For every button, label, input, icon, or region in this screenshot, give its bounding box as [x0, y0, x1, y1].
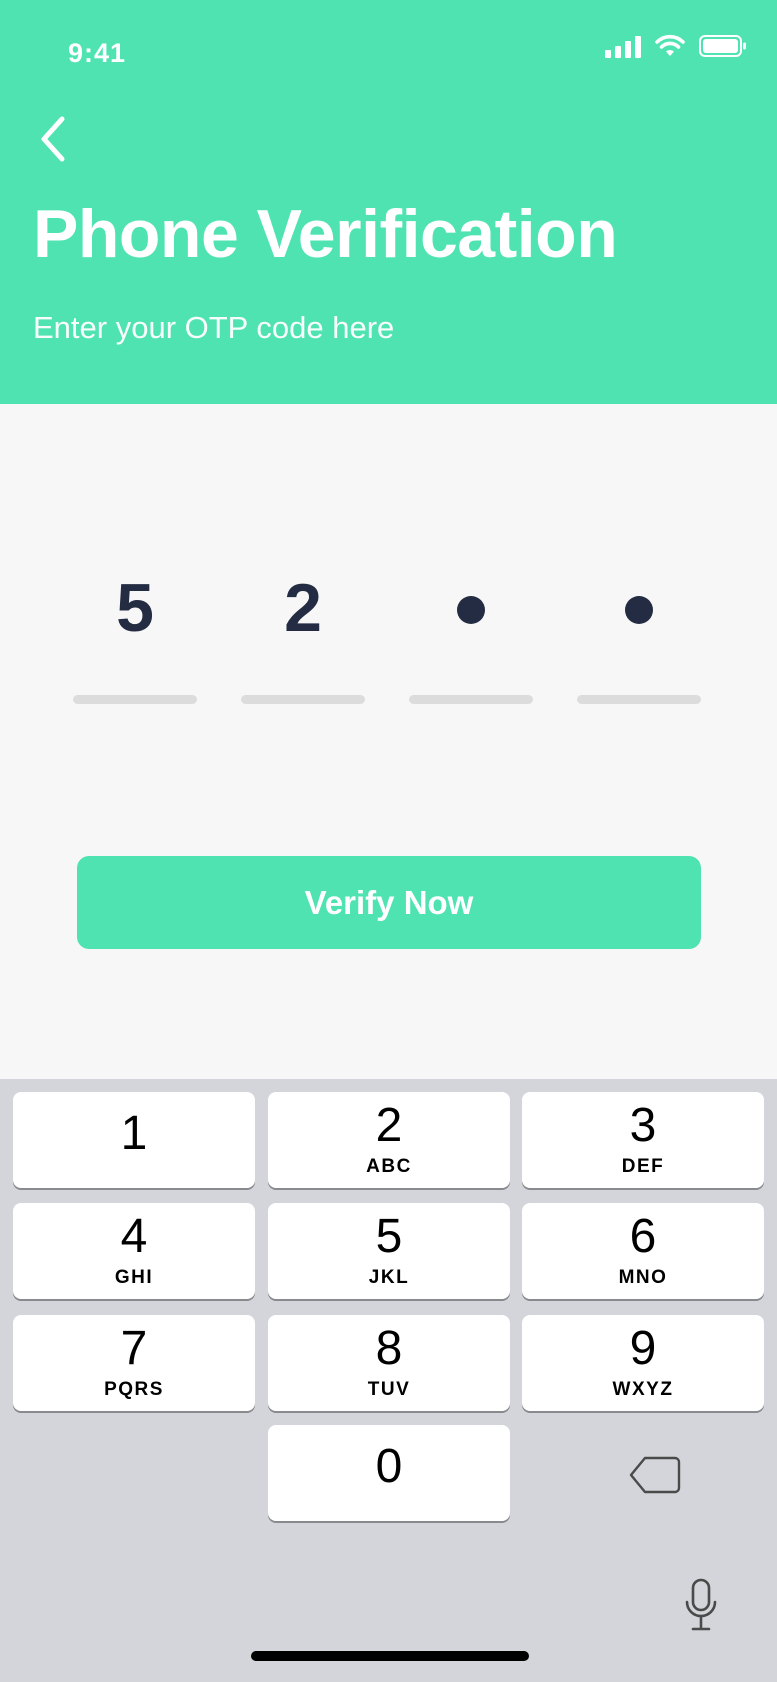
key-number: 7	[120, 1322, 148, 1375]
key-8[interactable]: 8 TUV	[268, 1315, 510, 1411]
key-number: 8	[375, 1322, 403, 1375]
dictation-key[interactable]	[678, 1575, 724, 1635]
key-number: 1	[120, 1107, 148, 1160]
status-time: 9:41	[68, 38, 127, 68]
page-subtitle: Enter your OTP code here	[33, 310, 395, 345]
key-9[interactable]: 9 WXYZ	[522, 1315, 764, 1411]
key-3[interactable]: 3 DEF	[522, 1092, 764, 1188]
delete-key[interactable]	[620, 1450, 690, 1500]
key-letters: MNO	[618, 1267, 668, 1288]
key-number: 4	[120, 1210, 148, 1263]
otp-digit: 2	[284, 570, 322, 646]
key-letters: ABC	[366, 1156, 412, 1177]
key-number: 6	[629, 1210, 657, 1263]
back-button[interactable]	[28, 112, 76, 166]
otp-slot-3[interactable]	[409, 560, 533, 710]
key-number: 2	[375, 1099, 403, 1152]
otp-slot-2[interactable]: 2	[241, 560, 365, 710]
microphone-icon	[685, 1578, 717, 1631]
key-6[interactable]: 6 MNO	[522, 1203, 764, 1299]
key-2[interactable]: 2 ABC	[268, 1092, 510, 1188]
key-letters: PQRS	[104, 1379, 164, 1400]
wifi-icon	[655, 34, 685, 56]
key-letters: TUV	[367, 1379, 411, 1400]
battery-icon	[699, 35, 746, 57]
otp-underline	[241, 695, 365, 704]
key-number: 9	[629, 1322, 657, 1375]
key-number: 3	[629, 1099, 657, 1152]
page-title: Phone Verification	[33, 196, 618, 272]
chevron-left-icon	[41, 116, 65, 162]
verify-now-button[interactable]: Verify Now	[77, 856, 701, 949]
key-number: 0	[375, 1440, 403, 1493]
otp-slot-4[interactable]	[577, 560, 701, 710]
key-5[interactable]: 5 JKL	[268, 1203, 510, 1299]
key-number: 5	[375, 1210, 403, 1263]
header: 9:41 Phone Verification Enter your OTP c…	[0, 0, 777, 404]
cellular-signal-icon	[605, 34, 641, 58]
otp-underline	[73, 695, 197, 704]
key-7[interactable]: 7 PQRS	[13, 1315, 255, 1411]
phone-verification-screen: 9:41 Phone Verification Enter your OTP c…	[0, 0, 777, 1682]
key-letters: JKL	[368, 1267, 410, 1288]
otp-underline	[577, 695, 701, 704]
otp-digit: 5	[116, 570, 154, 646]
home-indicator[interactable]	[251, 1651, 529, 1661]
otp-underline	[409, 695, 533, 704]
otp-slot-1[interactable]: 5	[73, 560, 197, 710]
otp-empty-dot	[625, 596, 653, 624]
backspace-icon	[629, 1456, 681, 1494]
key-1[interactable]: 1	[13, 1092, 255, 1188]
key-letters: WXYZ	[612, 1379, 674, 1400]
key-4[interactable]: 4 GHI	[13, 1203, 255, 1299]
key-0[interactable]: 0	[268, 1425, 510, 1521]
otp-empty-dot	[457, 596, 485, 624]
key-letters: DEF	[621, 1156, 665, 1177]
key-letters: GHI	[114, 1267, 154, 1288]
status-icons	[605, 34, 747, 58]
